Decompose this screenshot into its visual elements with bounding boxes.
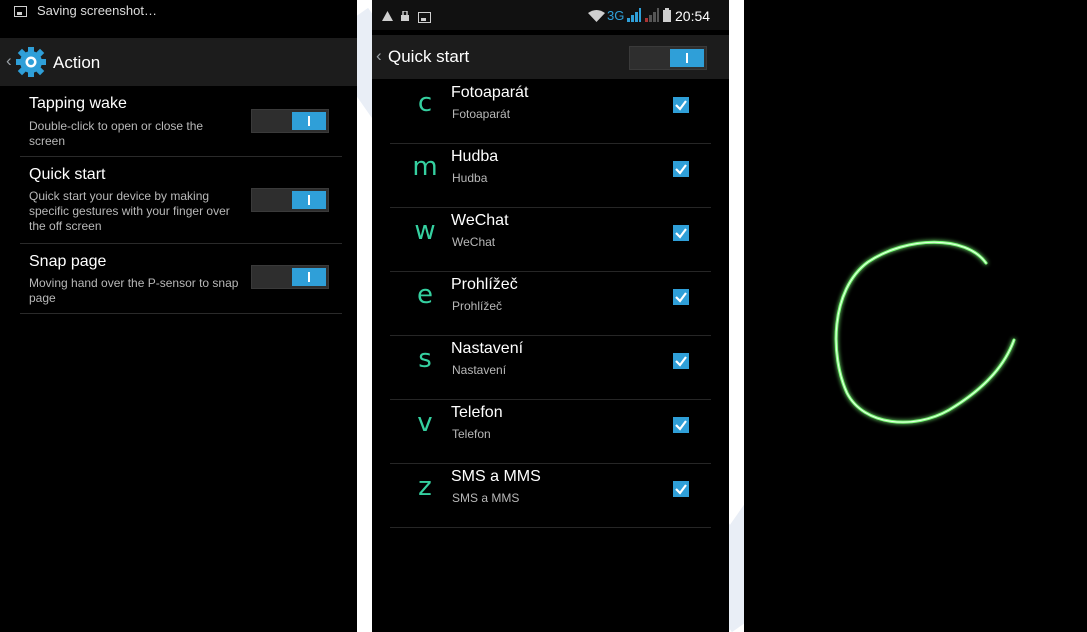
checkbox-checked-icon[interactable] <box>673 97 689 113</box>
app-name: Hudba <box>451 148 499 165</box>
app-row[interactable]: z SMS a MMS SMS a MMS <box>390 464 711 528</box>
back-chevron-icon[interactable]: ‹ <box>376 46 382 66</box>
checkbox-checked-icon[interactable] <box>673 289 689 305</box>
toggle-knob <box>292 112 326 130</box>
app-name: Fotoaparát <box>451 84 529 101</box>
lock-icon <box>401 11 409 21</box>
setting-title: Snap page <box>29 253 107 270</box>
app-row[interactable]: s Nastavení Nastavení <box>390 336 711 400</box>
app-name: Nastavení <box>451 340 524 357</box>
battery-icon <box>663 8 671 22</box>
action-bar: ‹ Action <box>0 38 357 86</box>
gesture-letter: z <box>418 472 432 502</box>
setting-title: Tapping wake <box>29 95 127 112</box>
status-text: Saving screenshot… <box>37 3 157 18</box>
app-subtitle: Telefon <box>452 427 491 441</box>
phone-screen-action: Saving screenshot… ‹ Action Tapping wake… <box>0 0 357 632</box>
back-chevron-icon[interactable]: ‹ <box>6 51 12 71</box>
app-row[interactable]: e Prohlížeč Prohlížeč <box>390 272 711 336</box>
app-subtitle: Hudba <box>452 171 488 185</box>
warning-icon <box>382 11 393 21</box>
checkbox-checked-icon[interactable] <box>673 417 689 433</box>
checkbox-checked-icon[interactable] <box>673 481 689 497</box>
app-name: WeChat <box>451 212 509 229</box>
image-icon <box>14 6 27 17</box>
app-subtitle: Fotoaparát <box>452 107 511 121</box>
checkbox-checked-icon[interactable] <box>673 225 689 241</box>
app-subtitle: Nastavení <box>452 363 507 377</box>
settings-gear-icon[interactable] <box>16 47 46 77</box>
gesture-letter: s <box>418 344 432 374</box>
status-bar: 3G 20:54 <box>372 0 729 30</box>
app-name: Telefon <box>451 404 503 421</box>
network-type: 3G <box>607 8 625 23</box>
action-bar: ‹ Quick start <box>372 35 729 79</box>
snap-page-toggle[interactable] <box>251 265 329 289</box>
app-subtitle: Prohlížeč <box>452 299 503 313</box>
setting-row-snap-page[interactable]: Snap page Moving hand over the P-sensor … <box>20 244 342 314</box>
page-title: Action <box>53 53 101 72</box>
app-subtitle: WeChat <box>452 235 496 249</box>
checkbox-checked-icon[interactable] <box>673 161 689 177</box>
setting-row-quick-start[interactable]: Quick start Quick start your device by m… <box>20 157 342 244</box>
signal-sim2-icon <box>645 8 659 22</box>
app-name: Prohlížeč <box>451 276 518 293</box>
wifi-icon <box>588 10 605 22</box>
setting-description: Moving hand over the P-sensor to snap pa… <box>29 276 239 305</box>
gesture-letter: v <box>417 408 433 438</box>
tapping-wake-toggle[interactable] <box>251 109 329 133</box>
gesture-trail <box>834 240 1016 424</box>
toggle-knob <box>292 191 326 209</box>
setting-row-tapping-wake[interactable]: Tapping wake Double-click to open or clo… <box>20 88 342 157</box>
phone-screen-gesture-trail <box>744 0 1087 632</box>
gesture-stroke-core <box>835 241 1015 423</box>
app-row[interactable]: v Telefon Telefon <box>390 400 711 464</box>
toggle-knob <box>670 49 704 67</box>
toggle-knob <box>292 268 326 286</box>
app-row[interactable]: c Fotoaparát Fotoaparát <box>390 80 711 144</box>
quick-start-toggle[interactable] <box>251 188 329 212</box>
gesture-stroke <box>834 240 1016 424</box>
gesture-letter: w <box>414 216 436 246</box>
setting-description: Double-click to open or close the screen <box>29 119 204 148</box>
app-subtitle: SMS a MMS <box>452 491 520 505</box>
quick-start-master-toggle[interactable] <box>629 46 707 70</box>
gesture-letter: e <box>417 280 433 310</box>
clock: 20:54 <box>675 8 711 24</box>
app-name: SMS a MMS <box>451 468 541 485</box>
checkbox-checked-icon[interactable] <box>673 353 689 369</box>
page-title: Quick start <box>388 47 470 66</box>
gesture-letter: c <box>417 88 433 118</box>
gesture-letter: m <box>412 152 438 182</box>
setting-title: Quick start <box>29 166 106 183</box>
status-bar: Saving screenshot… <box>0 0 357 22</box>
image-icon <box>418 12 431 23</box>
signal-icon <box>627 8 641 22</box>
setting-description: Quick start your device by making specif… <box>29 189 230 233</box>
app-row[interactable]: m Hudba Hudba <box>390 144 711 208</box>
app-row[interactable]: w WeChat WeChat <box>390 208 711 272</box>
phone-screen-quick-start: 3G 20:54 ‹ Quick start c Fotoaparát Fotoap… <box>372 0 729 632</box>
